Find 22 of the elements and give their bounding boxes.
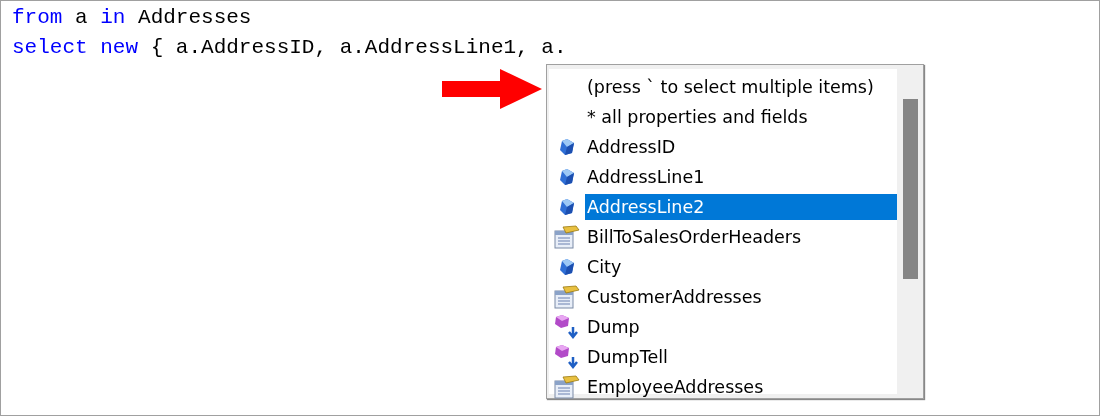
- completion-item[interactable]: Dump: [549, 312, 897, 342]
- cube-icon: [559, 258, 575, 276]
- method-icon: [554, 344, 580, 370]
- cube-icon: [559, 168, 575, 186]
- arrow-icon: [442, 69, 542, 109]
- scrollbar-thumb[interactable]: [903, 99, 918, 279]
- table-icon: [554, 285, 580, 309]
- code-line: select new { a.AddressID, a.AddressLine1, a.: [12, 35, 568, 61]
- method-icon: [554, 314, 580, 340]
- completion-item[interactable]: AddressID: [549, 132, 897, 162]
- completion-item[interactable]: City: [549, 252, 897, 282]
- completion-item[interactable]: CustomerAddresses: [549, 282, 897, 312]
- table-icon: [554, 225, 580, 249]
- completion-item[interactable]: EmployeeAddresses: [549, 372, 897, 402]
- completion-item[interactable]: AddressLine1: [549, 162, 897, 192]
- completion-item[interactable]: BillToSalesOrderHeaders: [549, 222, 897, 252]
- completion-item[interactable]: DumpTell: [549, 342, 897, 372]
- cube-icon: [559, 198, 575, 216]
- code-line: from a in Addresses: [12, 5, 253, 31]
- completion-item[interactable]: (press ` to select multiple items): [549, 72, 897, 102]
- completion-item[interactable]: * all properties and fields: [549, 102, 897, 132]
- cube-icon: [559, 138, 575, 156]
